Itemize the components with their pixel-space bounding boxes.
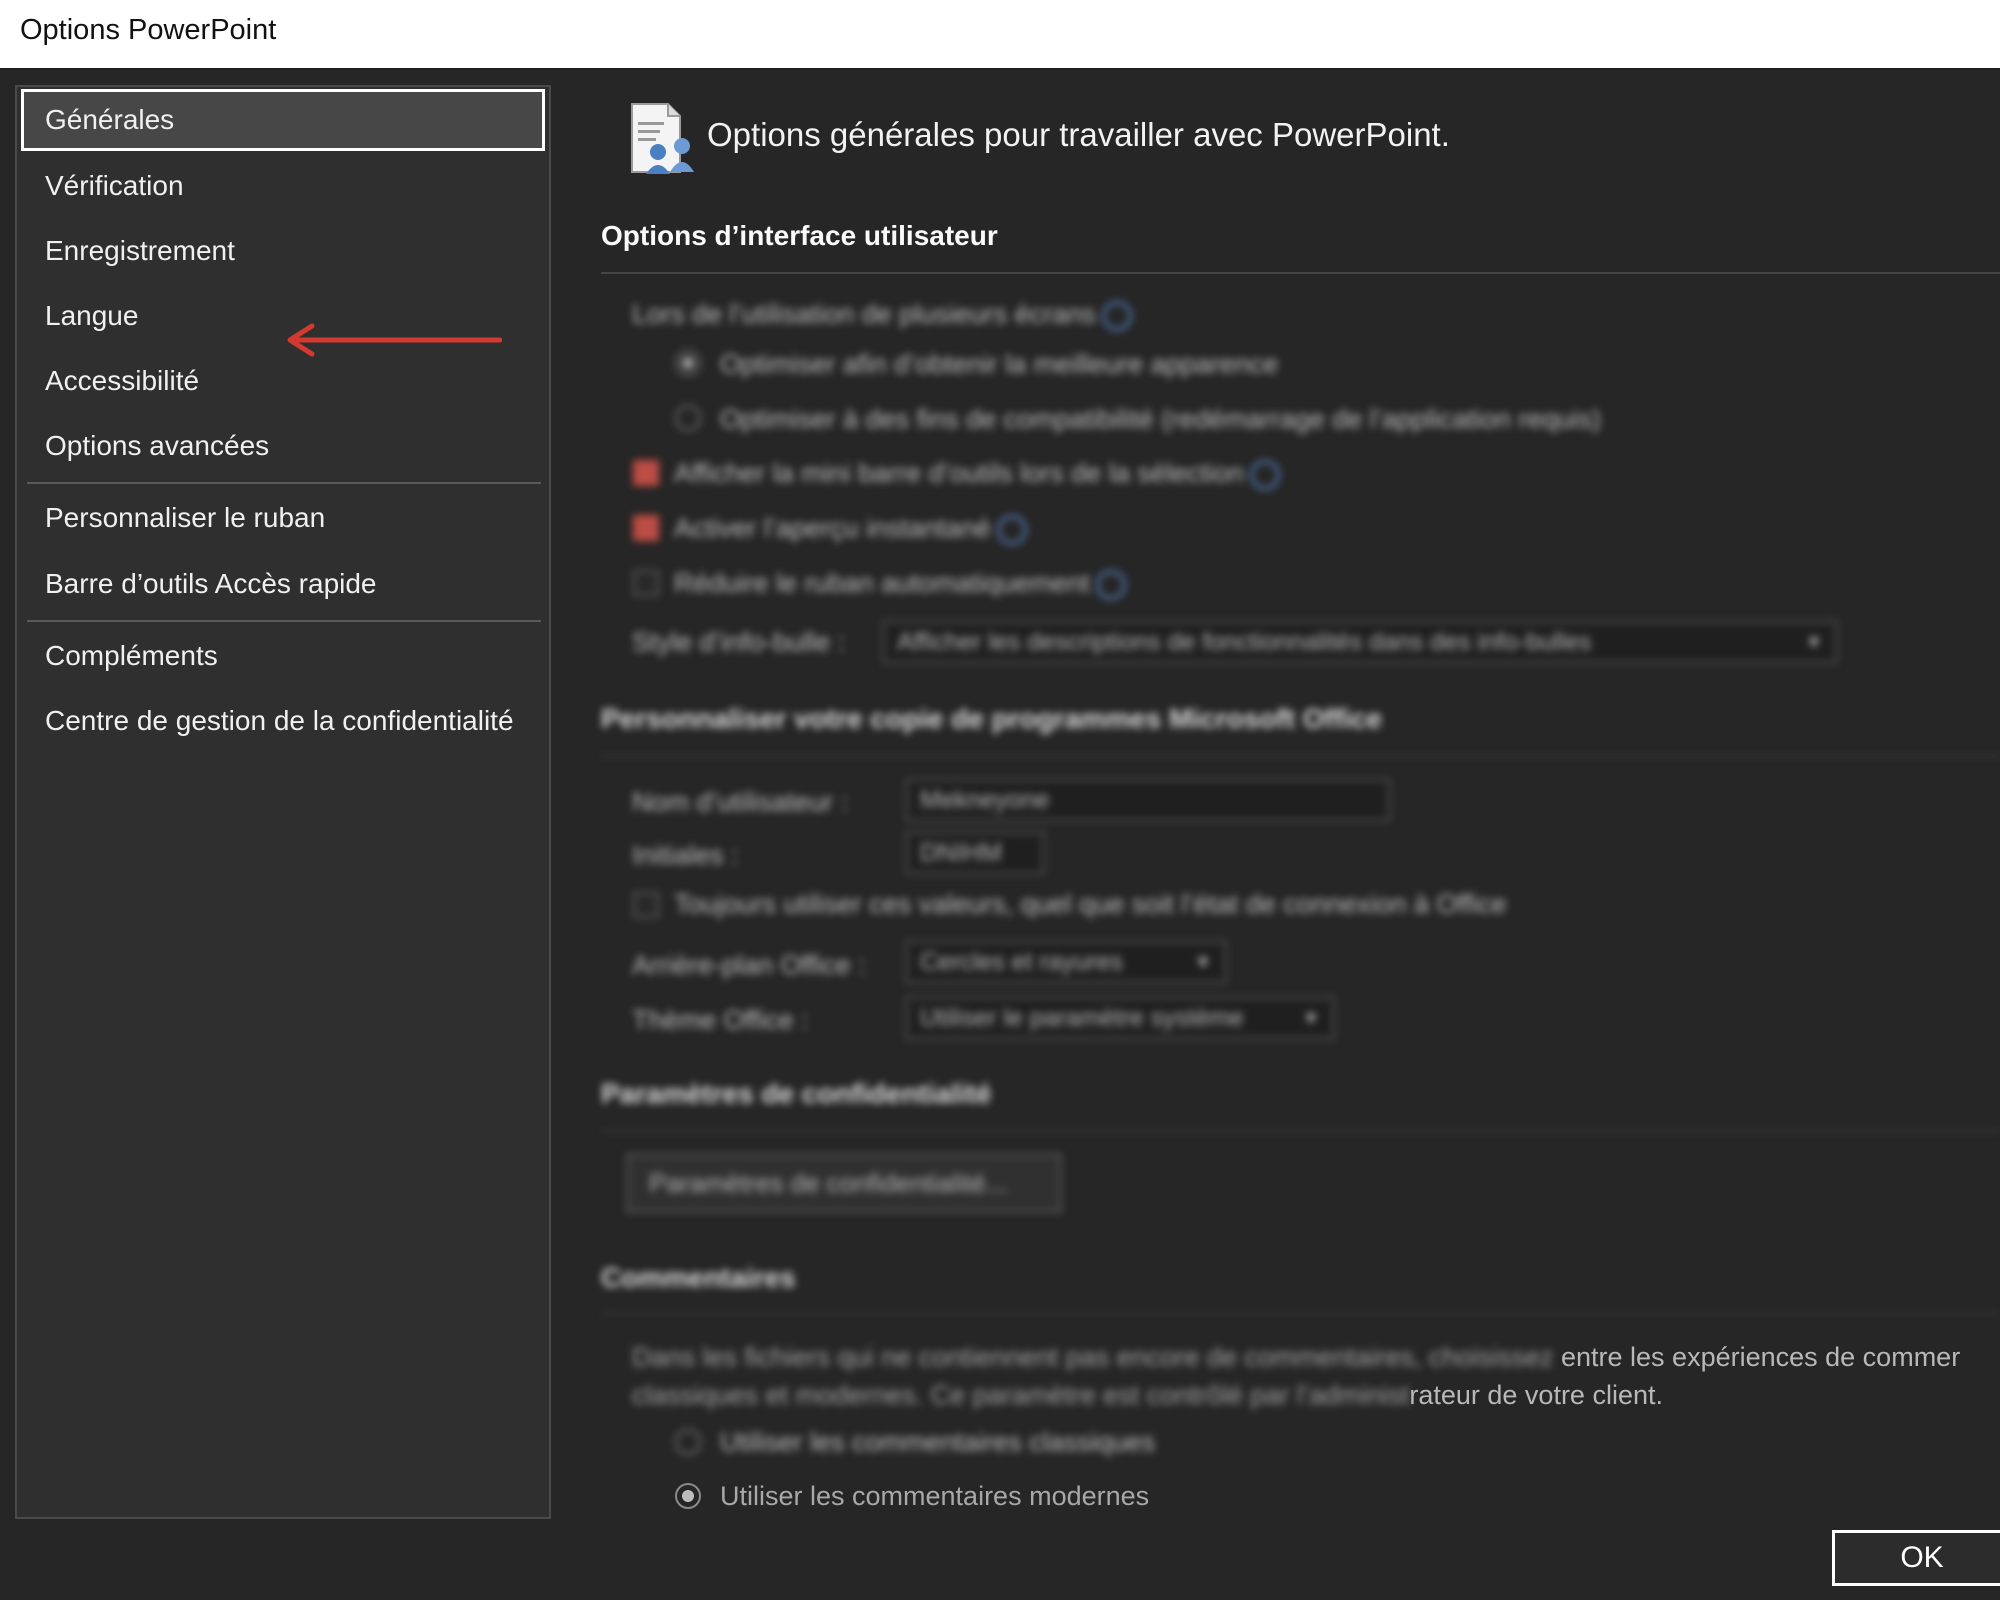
window-title: Options PowerPoint: [20, 14, 277, 46]
info-icon: [1095, 569, 1126, 600]
sidebar-divider: [27, 620, 541, 622]
radio-optimize-appearance[interactable]: [675, 350, 701, 376]
page-title: Options générales pour travailler avec P…: [707, 116, 1450, 153]
sidebar-item-personnaliser-ruban[interactable]: Personnaliser le ruban: [21, 487, 545, 549]
sidebar-item-options-avancees[interactable]: Options avancées: [21, 415, 545, 477]
collapse-ribbon-text: Réduire le ruban automatiquement: [674, 568, 1090, 598]
background-label: Arrière-plan Office :: [632, 950, 866, 980]
radio-classic-comments[interactable]: [675, 1429, 701, 1455]
chevron-down-icon: ▼: [1194, 952, 1212, 972]
info-icon: [1249, 459, 1280, 490]
checkbox-collapse-ribbon[interactable]: [633, 570, 659, 596]
radio-modern-comments-label: Utiliser les commentaires modernes: [720, 1481, 1150, 1511]
section-divider: [601, 1130, 2000, 1132]
section-title-privacy: Paramètres de confidentialité: [601, 1078, 992, 1109]
show-minibar-text: Afficher la mini barre d’outils lors de …: [674, 458, 1244, 488]
info-icon: [996, 514, 1027, 545]
sidebar-item-centre-confidentialite[interactable]: Centre de gestion de la confidentialité: [21, 690, 545, 752]
section-divider: [601, 755, 2000, 757]
initials-label: Initiales :: [632, 840, 739, 870]
chevron-down-icon: ▼: [1805, 632, 1823, 652]
radio-classic-comments-label: Utiliser les commentaires classiques: [720, 1427, 1156, 1457]
screentip-select[interactable]: Afficher les descriptions de fonctionnal…: [882, 620, 1838, 664]
ok-button[interactable]: OK: [1832, 1530, 2000, 1586]
info-icon: [1101, 300, 1132, 331]
options-sidebar: Générales Vérification Enregistrement La…: [15, 85, 551, 1519]
always-use-values-label: Toujours utiliser ces valeurs, quel que …: [674, 889, 1507, 919]
username-input[interactable]: Mekneyone: [905, 778, 1391, 822]
radio-modern-comments[interactable]: [675, 1483, 701, 1509]
comments-line1-hidden: Dans les fichiers qui ne contiennent pas…: [632, 1342, 1554, 1372]
live-preview-text: Activer l’aperçu instantané: [674, 513, 991, 543]
theme-label: Thème Office :: [632, 1005, 809, 1035]
sidebar-item-verification[interactable]: Vérification: [21, 155, 545, 217]
background-select[interactable]: Cercles et rayures ▼: [905, 940, 1227, 984]
radio-optimize-appearance-label: Optimiser afin d’obtenir la meilleure ap…: [720, 349, 1279, 379]
radio-optimize-compat[interactable]: [675, 405, 701, 431]
section-divider: [601, 1312, 2000, 1314]
section-title-personalize: Personnaliser votre copie de programmes …: [601, 703, 1383, 734]
comments-description-line2: classiques et modernes. Ce paramètre est…: [632, 1380, 1663, 1411]
theme-value: Utiliser le paramètre système: [920, 1004, 1244, 1032]
sidebar-item-generales[interactable]: Générales: [21, 89, 545, 151]
multi-display-label: Lors de l’utilisation de plusieurs écran…: [632, 299, 1132, 331]
sidebar-item-barre-acces-rapide[interactable]: Barre d’outils Accès rapide: [21, 553, 545, 615]
general-options-icon: [631, 103, 694, 174]
screentip-value: Afficher les descriptions de fonctionnal…: [897, 628, 1592, 656]
section-title-comments: Commentaires: [601, 1262, 796, 1293]
screentip-label: Style d’info-bulle :: [632, 627, 846, 657]
initials-input[interactable]: DNIHM: [905, 831, 1045, 875]
collapse-ribbon-label: Réduire le ruban automatiquement: [674, 568, 1126, 600]
sidebar-divider: [27, 482, 541, 484]
comments-line1-visible: entre les expériences de commer: [1561, 1342, 1961, 1372]
title-bar: Options PowerPoint: [0, 0, 2000, 70]
red-arrow-annotation: [287, 323, 502, 357]
checkbox-live-preview[interactable]: [633, 515, 659, 541]
sidebar-item-complements[interactable]: Compléments: [21, 625, 545, 687]
checkbox-show-minibar[interactable]: [633, 460, 659, 486]
section-title-ui: Options d’interface utilisateur: [601, 220, 998, 251]
comments-line2-hidden: classiques et modernes. Ce paramètre est…: [632, 1380, 1410, 1410]
radio-optimize-compat-label: Optimiser à des fins de compatibilité (r…: [720, 404, 1601, 434]
comments-line2-visible: rateur de votre client.: [1409, 1380, 1663, 1410]
live-preview-label: Activer l’aperçu instantané: [674, 513, 1027, 545]
section-divider: [601, 272, 2000, 274]
privacy-settings-button[interactable]: Paramètres de confidentialité...: [626, 1153, 1062, 1213]
theme-select[interactable]: Utiliser le paramètre système ▼: [905, 996, 1335, 1040]
background-value: Cercles et rayures: [920, 948, 1123, 976]
checkbox-always-use-values[interactable]: [633, 892, 659, 918]
multi-display-text: Lors de l’utilisation de plusieurs écran…: [632, 299, 1096, 329]
chevron-down-icon: ▼: [1302, 1008, 1320, 1028]
sidebar-item-enregistrement[interactable]: Enregistrement: [21, 220, 545, 282]
show-minibar-label: Afficher la mini barre d’outils lors de …: [674, 458, 1280, 490]
comments-description-line1: Dans les fichiers qui ne contiennent pas…: [632, 1342, 1960, 1373]
username-label: Nom d’utilisateur :: [632, 787, 849, 817]
